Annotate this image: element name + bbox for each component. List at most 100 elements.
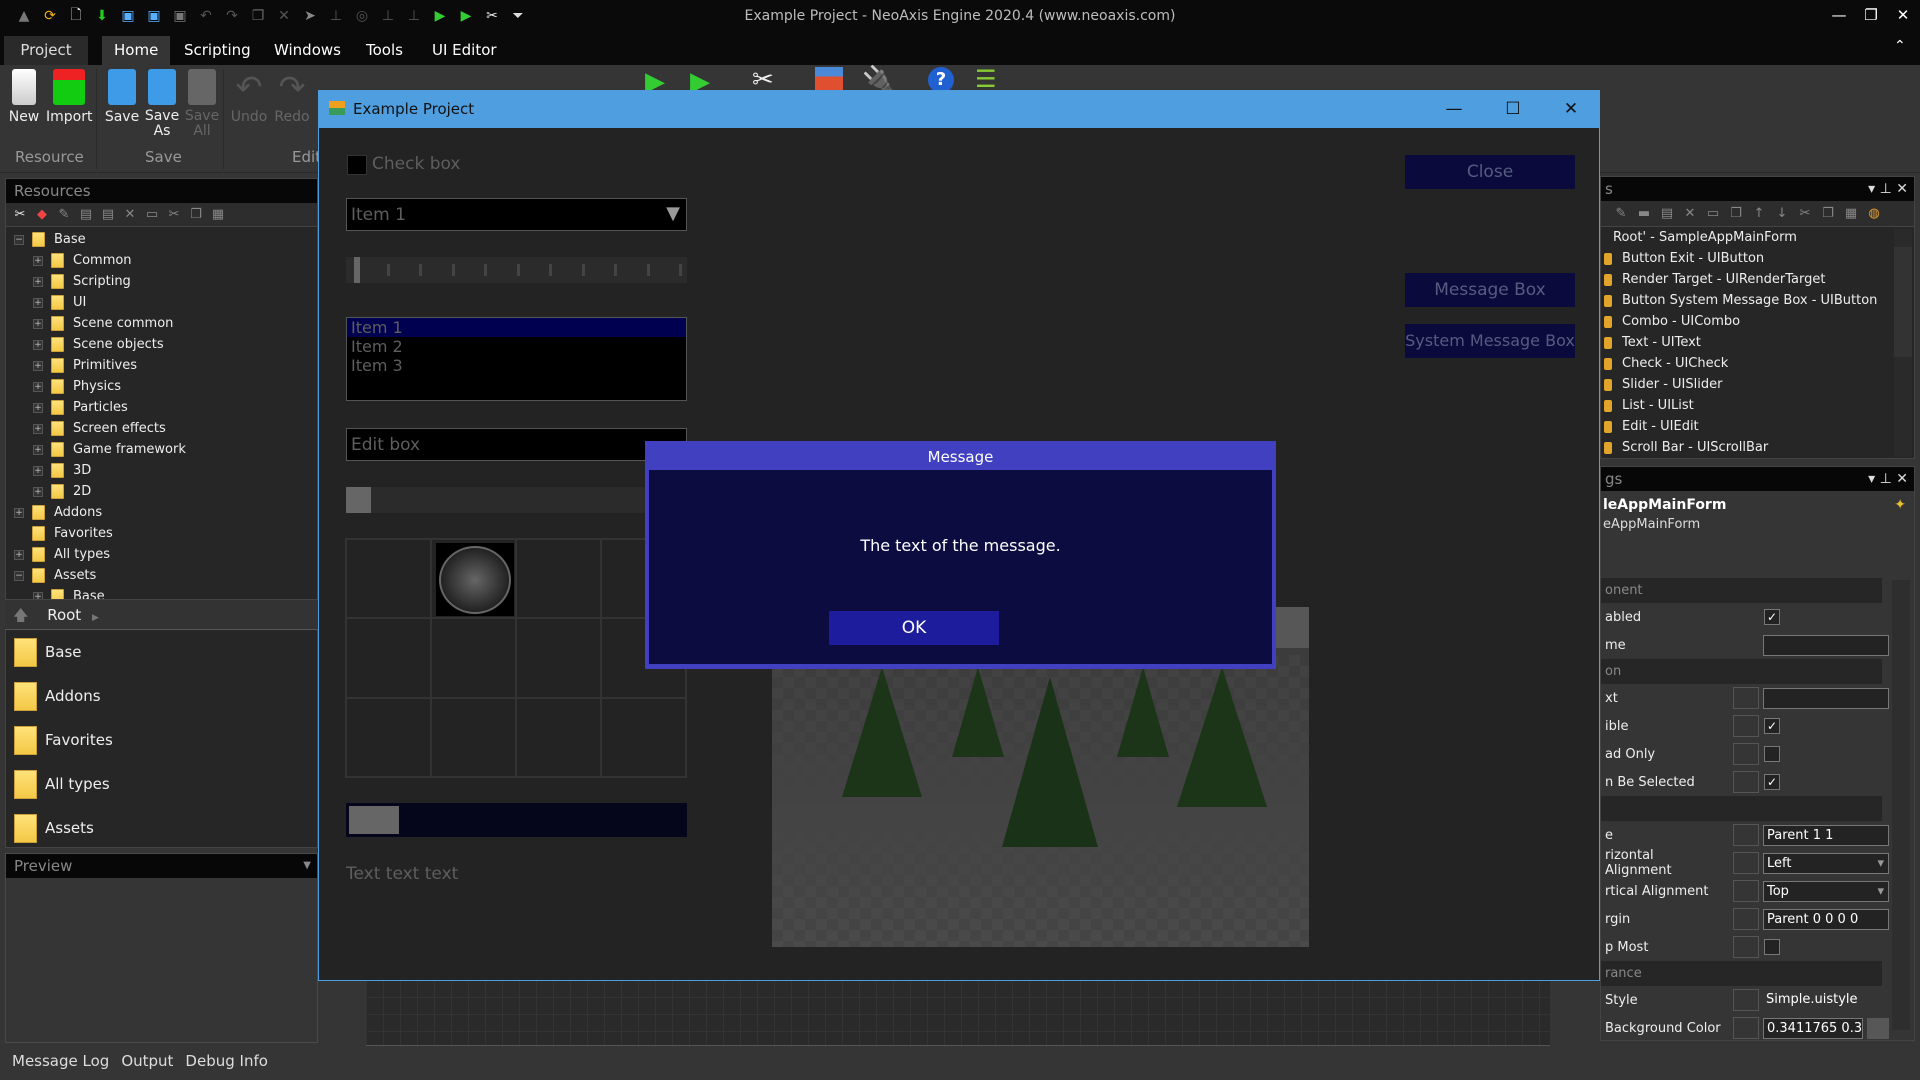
tree-item[interactable]: Favorites [6,523,317,544]
tab-output[interactable]: Output [121,1052,173,1070]
undo-button[interactable]: ↶ Undo [229,69,269,125]
clone-icon[interactable]: ❐ [1728,206,1744,222]
startup-icon[interactable]: ☰ [975,65,997,93]
expand-icon[interactable]: + [33,402,43,413]
objects-scrollbar[interactable] [1894,229,1912,457]
window-close-button[interactable]: ✕ [1551,91,1591,128]
object-item[interactable]: Edit - UIEdit [1601,416,1914,437]
settings-icon[interactable]: ✂ [12,207,28,223]
list-item[interactable]: Base [6,630,317,674]
reference-button[interactable] [1733,852,1759,874]
property-field[interactable] [1763,687,1889,709]
delete-icon[interactable]: ✕ [1682,206,1698,222]
copy-icon[interactable]: ❐ [1820,206,1836,222]
list-item[interactable]: Assets [6,806,317,850]
window-icon[interactable]: ▬ [1636,206,1652,222]
restore-button[interactable]: ❐ [1856,6,1886,28]
reference-button[interactable] [1733,908,1759,930]
list-item[interactable]: Favorites [6,718,317,762]
expand-icon[interactable]: + [33,486,43,497]
panel-controls[interactable]: ▾ ⊥ ✕ [1868,177,1908,201]
tree-item[interactable]: + UI [6,292,317,313]
move-up-icon[interactable]: ↑ [1751,206,1767,222]
expand-icon[interactable]: + [14,507,24,518]
panel-controls[interactable]: ▾ ⊥ ✕ [1868,467,1908,491]
dropdown-icon[interactable]: ▾ [1877,854,1884,873]
close-app-button[interactable]: ✕ [1888,6,1918,28]
tree-item[interactable]: + Base [6,586,317,599]
tab-home[interactable]: Home [102,36,171,65]
save-button[interactable]: Save [102,69,142,125]
tree-item[interactable]: + Game framework [6,439,317,460]
property-category[interactable] [1601,796,1882,821]
breadcrumb-chevron-icon[interactable]: ▶ [92,613,99,623]
slider[interactable] [346,257,687,283]
settings-scrollbar[interactable] [1892,580,1910,1030]
property-field[interactable]: Simple.uistyle [1763,990,1889,1011]
tab-debug-info[interactable]: Debug Info [185,1052,268,1070]
edit-icon[interactable]: ✎ [1613,206,1629,222]
object-item[interactable]: List - UIList [1601,395,1914,416]
search-icon[interactable]: ◍ [1866,206,1882,222]
edit-box[interactable]: Edit box [346,428,687,461]
reference-button[interactable] [1733,989,1759,1011]
new-object-icon[interactable]: ▤ [1659,206,1675,222]
reference-button[interactable] [1733,824,1759,846]
breadcrumb-root[interactable]: Root [47,606,81,624]
object-item[interactable]: Render Target - UIRenderTarget [1601,269,1914,290]
image-button[interactable] [436,543,514,616]
list-box-item[interactable]: Item 2 [347,337,686,356]
tree-item[interactable]: + Primitives [6,355,317,376]
paste-icon[interactable]: ▦ [1843,206,1859,222]
property-category[interactable]: rance [1601,961,1882,986]
object-item[interactable]: Slider - UISlider [1601,374,1914,395]
new-resource-icon[interactable]: ▤ [100,207,116,223]
tree-item[interactable]: + Screen effects [6,418,317,439]
property-field[interactable]: Parent 0 0 0 0 [1763,908,1889,930]
up-arrow-icon[interactable]: 🡅 [13,606,28,624]
tree-item[interactable]: + Scene objects [6,334,317,355]
property-checkbox[interactable] [1764,939,1780,955]
ok-button[interactable]: OK [829,611,999,645]
close-button[interactable]: Close [1405,155,1575,189]
collapse-icon[interactable]: − [14,570,24,581]
object-item[interactable]: Combo - UICombo [1601,311,1914,332]
checkbox[interactable] [347,155,367,175]
object-item[interactable]: Text - UIText [1601,332,1914,353]
expand-icon[interactable]: + [33,339,43,350]
expand-icon[interactable]: + [33,465,43,476]
window-minimize-button[interactable]: — [1434,91,1474,128]
reference-button[interactable] [1733,715,1759,737]
expand-icon[interactable]: + [33,297,43,308]
property-checkbox[interactable]: ✓ [1764,718,1780,734]
tab-message-log[interactable]: Message Log [12,1052,109,1070]
import-button[interactable]: Import [46,69,92,125]
dropdown-icon[interactable]: ▼ [303,854,311,878]
expand-icon[interactable]: + [33,360,43,371]
system-message-box-button[interactable]: System Message Box [1405,324,1575,358]
filter-icon[interactable]: ◆ [34,207,50,223]
property-category[interactable]: on [1601,659,1882,684]
expand-icon[interactable]: + [33,318,43,329]
scrollbar-thumb[interactable] [1894,247,1912,357]
expand-icon[interactable]: + [33,591,43,599]
message-box-button[interactable]: Message Box [1405,273,1575,307]
cut-icon[interactable]: ✂ [166,207,182,223]
property-field[interactable] [1763,634,1889,656]
property-field[interactable]: Parent 1 1 [1763,824,1889,846]
property-checkbox[interactable] [1764,746,1780,762]
tree-item[interactable]: + Scene common [6,313,317,334]
reference-button[interactable] [1733,743,1759,765]
tree-item[interactable]: + Physics [6,376,317,397]
list-item[interactable]: All types [6,762,317,806]
delete-icon[interactable]: ✕ [122,207,138,223]
scroll-bar[interactable] [346,487,687,513]
edit-icon[interactable]: ✎ [56,207,72,223]
redo-button[interactable]: ↷ Redo [272,69,312,125]
window-title-bar[interactable]: Example Project — ☐ ✕ [319,91,1599,128]
ui-editor-canvas[interactable] [366,980,1550,1046]
reference-button[interactable] [1733,936,1759,958]
collapse-icon[interactable]: − [14,234,24,245]
property-checkbox[interactable]: ✓ [1764,609,1780,625]
tab-windows[interactable]: Windows [262,36,353,65]
